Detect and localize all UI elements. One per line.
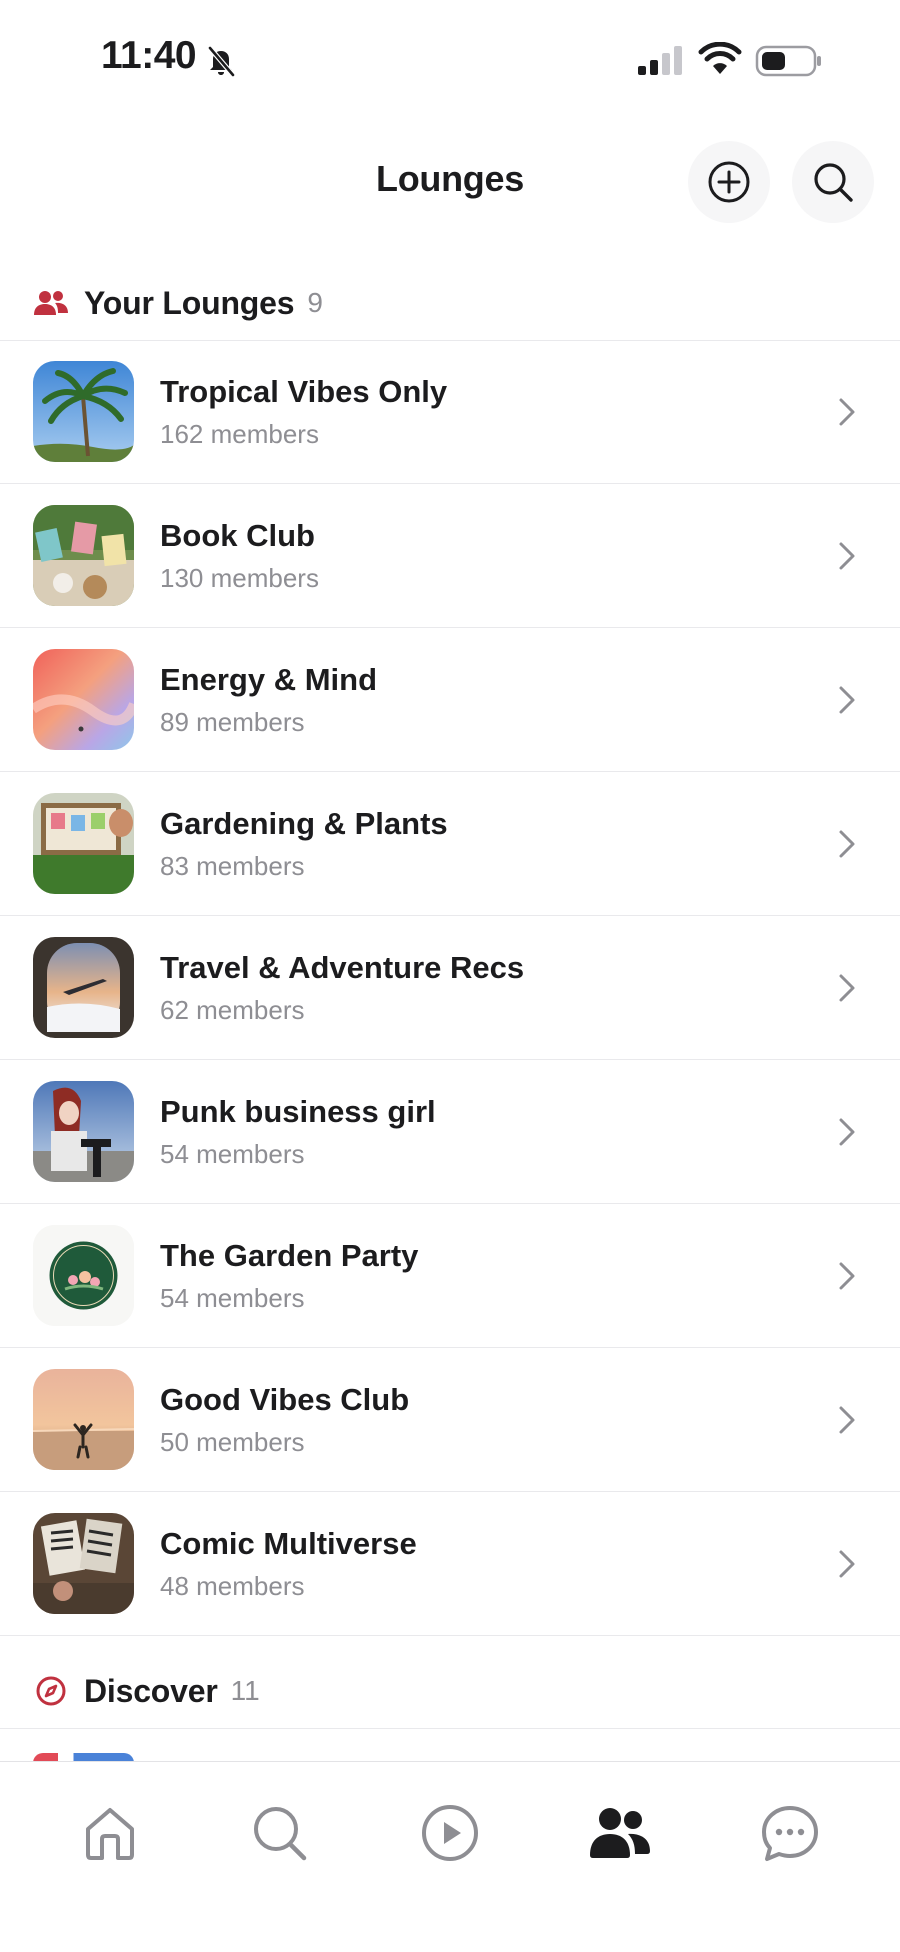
play-circle-icon	[422, 1805, 478, 1861]
lounge-row[interactable]: Punk business girl 54 members	[0, 1060, 900, 1204]
search-button[interactable]	[792, 141, 874, 223]
wifi-icon	[698, 42, 742, 74]
lounge-thumbnail	[33, 1225, 134, 1326]
lounge-list: Tropical Vibes Only 162 members Book Clu…	[0, 340, 900, 1636]
divider	[0, 1728, 900, 1729]
your-lounges-header: Your Lounges 9	[0, 268, 900, 338]
tab-messages[interactable]	[755, 1798, 825, 1868]
chevron-right-icon	[839, 686, 855, 714]
lounge-members: 162 members	[160, 419, 319, 449]
lounge-members: 50 members	[160, 1427, 305, 1457]
lounge-name: Energy & Mind	[160, 662, 378, 697]
section-title: Discover	[84, 1672, 218, 1709]
battery-icon	[755, 45, 821, 77]
section-count: 11	[230, 1675, 260, 1706]
status-time: 11:40	[101, 34, 197, 77]
lounge-row[interactable]: The Garden Party 54 members	[0, 1204, 900, 1348]
lounge-members: 83 members	[160, 851, 305, 881]
chevron-right-icon	[839, 1118, 855, 1146]
tab-search[interactable]	[245, 1798, 315, 1868]
lounge-thumbnail	[33, 505, 134, 606]
section-title: Your Lounges	[84, 284, 295, 321]
chevron-right-icon	[839, 1262, 855, 1290]
search-icon	[814, 163, 853, 202]
lounge-name: Punk business girl	[160, 1094, 436, 1129]
lounge-thumbnail	[33, 1081, 134, 1182]
lounge-thumbnail	[33, 793, 134, 894]
lounge-name: The Garden Party	[160, 1238, 419, 1273]
lounge-name: Comic Multiverse	[160, 1526, 417, 1561]
compass-icon	[36, 1676, 66, 1706]
lounge-row[interactable]: Travel & Adventure Recs 62 members	[0, 916, 900, 1060]
lounge-members: 54 members	[160, 1283, 305, 1313]
chevron-right-icon	[839, 974, 855, 1002]
people-icon	[590, 1808, 650, 1858]
discover-header: Discover 11	[0, 1656, 900, 1726]
lounge-name: Gardening & Plants	[160, 806, 448, 841]
tab-bar	[0, 1761, 900, 1952]
lounge-members: 130 members	[160, 563, 319, 593]
lounge-members: 48 members	[160, 1571, 305, 1601]
cellular-signal-icon	[638, 46, 682, 75]
lounge-members: 54 members	[160, 1139, 305, 1169]
lounge-row[interactable]: Comic Multiverse 48 members	[0, 1492, 900, 1636]
lounge-row[interactable]: Good Vibes Club 50 members	[0, 1348, 900, 1492]
chat-bubble-icon	[762, 1806, 818, 1861]
plus-circle-icon	[708, 161, 750, 203]
lounge-thumbnail	[33, 1369, 134, 1470]
tab-lounges[interactable]	[585, 1798, 655, 1868]
lounge-thumbnail	[33, 937, 134, 1038]
lounge-name: Book Club	[160, 518, 315, 553]
lounge-row[interactable]: Energy & Mind 89 members	[0, 628, 900, 772]
chevron-right-icon	[839, 398, 855, 426]
lounge-row[interactable]: Gardening & Plants 83 members	[0, 772, 900, 916]
status-bar: 11:40	[0, 0, 900, 120]
bell-slash-icon	[208, 46, 235, 77]
lounge-name: Tropical Vibes Only	[160, 374, 448, 409]
lounge-thumbnail	[33, 361, 134, 462]
lounge-members: 62 members	[160, 995, 305, 1025]
lounge-members: 89 members	[160, 707, 305, 737]
tab-home[interactable]	[75, 1798, 145, 1868]
people-icon	[34, 291, 68, 315]
lounge-row[interactable]: Tropical Vibes Only 162 members	[0, 340, 900, 484]
lounge-name: Good Vibes Club	[160, 1382, 410, 1417]
create-lounge-button[interactable]	[688, 141, 770, 223]
chevron-right-icon	[839, 830, 855, 858]
chevron-right-icon	[839, 542, 855, 570]
home-icon	[86, 1808, 134, 1860]
lounge-thumbnail	[33, 1513, 134, 1614]
lounge-thumbnail	[33, 649, 134, 750]
chevron-right-icon	[839, 1550, 855, 1578]
chevron-right-icon	[839, 1406, 855, 1434]
search-icon	[254, 1807, 307, 1861]
lounge-name: Travel & Adventure Recs	[160, 950, 525, 985]
section-count: 9	[307, 287, 323, 318]
tab-video[interactable]	[415, 1798, 485, 1868]
lounge-row[interactable]: Book Club 130 members	[0, 484, 900, 628]
